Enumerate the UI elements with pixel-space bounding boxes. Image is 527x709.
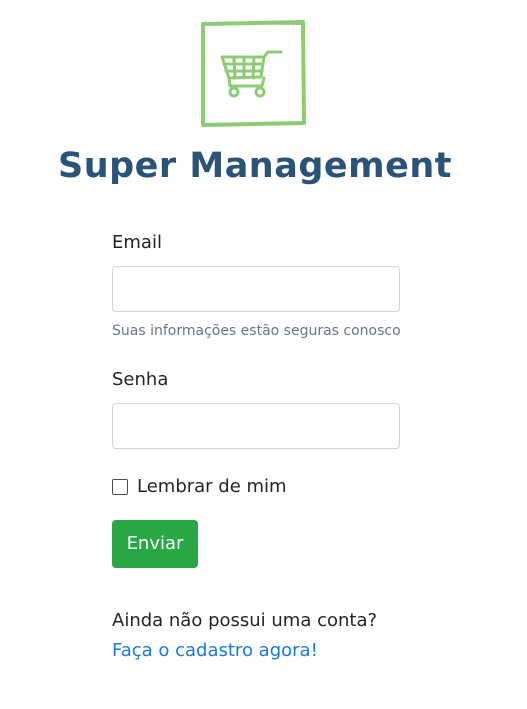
remember-me-checkbox[interactable]	[112, 479, 128, 495]
email-help-text: Suas informações estão seguras conosco	[112, 323, 401, 339]
email-field[interactable]	[112, 266, 400, 312]
password-label: Senha	[112, 369, 169, 390]
submit-button[interactable]: Enviar	[112, 520, 198, 568]
shopping-cart-icon	[201, 20, 306, 127]
brand-title: Super Management	[58, 146, 452, 186]
remember-me-row[interactable]: Lembrar de mim	[112, 475, 287, 499]
logo	[200, 20, 306, 127]
remember-me-label[interactable]: Lembrar de mim	[137, 475, 287, 499]
signup-prompt: Ainda não possui uma conta?	[112, 610, 378, 631]
signup-link[interactable]: Faça o cadastro agora!	[112, 639, 318, 663]
email-label: Email	[112, 232, 162, 253]
password-field[interactable]	[112, 403, 400, 449]
